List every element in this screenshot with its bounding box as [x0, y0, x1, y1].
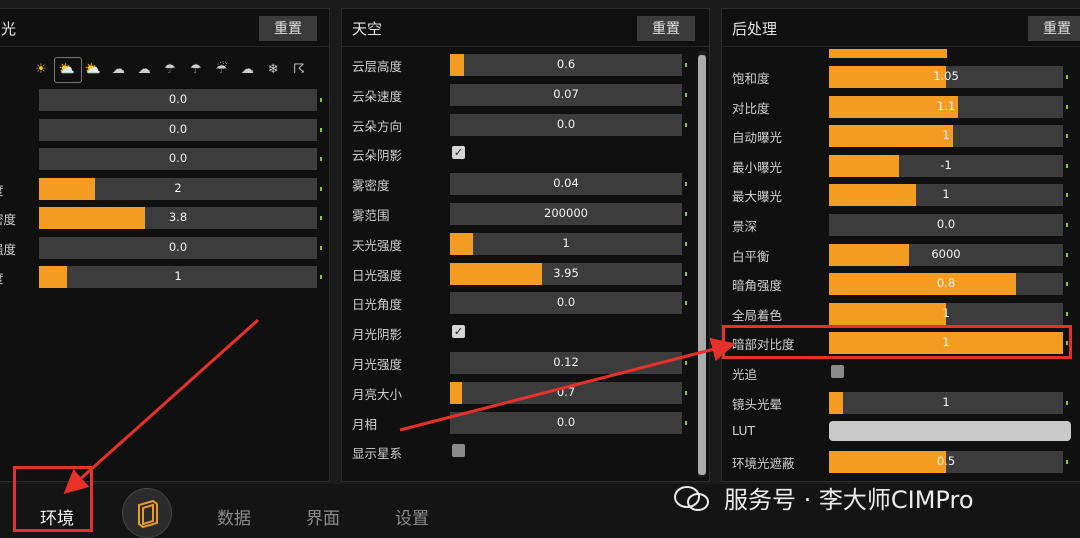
annotation-arrows — [63, 318, 736, 495]
watermark-text: 服务号 · 李大师CIMPro — [724, 486, 974, 514]
wechat-icon — [674, 486, 709, 511]
arrow-to-environment-tab — [63, 318, 260, 495]
arrow-to-shadow-contrast — [399, 337, 736, 432]
